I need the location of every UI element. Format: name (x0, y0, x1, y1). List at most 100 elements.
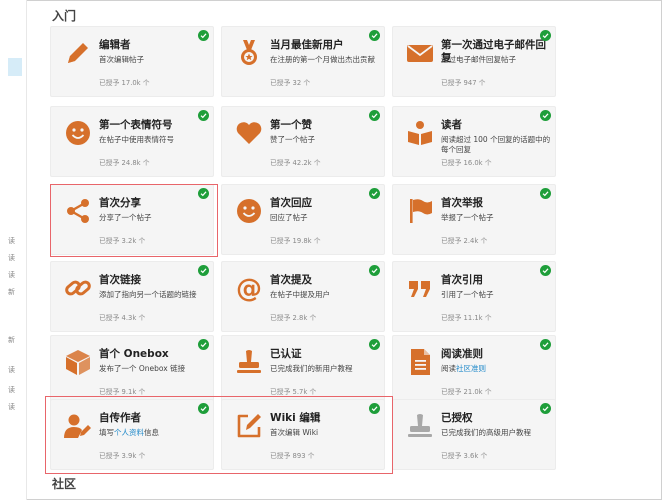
badge-granted-count: 已授予 11.1k 个 (441, 314, 492, 322)
badge-name[interactable]: 已认证 (270, 348, 382, 361)
sidebar-char[interactable]: 读 (8, 236, 15, 246)
check-icon (540, 188, 551, 199)
badge-granted-count: 已授予 21.0k 个 (441, 388, 492, 396)
badge-granted-count: 已授予 5.7k 个 (270, 388, 317, 396)
sidebar-char[interactable]: 读 (8, 365, 15, 375)
smile-icon (63, 118, 93, 148)
sidebar-char[interactable]: 读 (8, 253, 15, 263)
badge-granted-count: 已授予 947 个 (441, 79, 486, 87)
check-icon (540, 403, 551, 414)
badge-description: 举报了一个帖子 (441, 213, 494, 222)
badge-card[interactable]: 首次回应回应了帖子已授予 19.8k 个 (221, 184, 385, 255)
badge-description: 引用了一个帖子 (441, 290, 494, 299)
document-icon (405, 347, 435, 377)
stamp-icon (234, 347, 264, 377)
check-icon (369, 265, 380, 276)
badge-name[interactable]: 首个 Onebox (99, 348, 211, 361)
flag-icon (405, 196, 435, 226)
badge-description: 通过电子邮件回复帖子 (441, 55, 516, 64)
sidebar-char[interactable]: 新 (8, 335, 15, 345)
check-icon (540, 339, 551, 350)
badge-name[interactable]: 首次链接 (99, 274, 211, 287)
badge-description: 在帖子中提及用户 (270, 290, 330, 299)
at-icon: @ (234, 273, 264, 304)
badge-card[interactable]: 首次链接 添加了指向另一个话题的链接 已授予 4.3k 个 (50, 261, 214, 332)
sidebar-char[interactable]: 读 (8, 270, 15, 280)
cube-icon (63, 347, 93, 377)
badge-granted-count: 已授予 32 个 (270, 79, 311, 87)
badge-card[interactable]: 首次引用引用了一个帖子 已授予 11.1k 个 (392, 261, 556, 332)
badge-description: 在帖子中使用表情符号 (99, 135, 174, 144)
badge-description-link[interactable]: 社区准则 (456, 364, 486, 373)
badge-description-text: 阅读 (441, 364, 456, 373)
badge-description: 在注册的第一个月做出杰出贡献 (270, 55, 375, 64)
check-icon (369, 30, 380, 41)
badge-granted-count: 已授予 2.4k 个 (441, 237, 488, 245)
badge-name[interactable]: 第一个赞 (270, 119, 382, 132)
highlight-box (50, 184, 218, 257)
envelope-icon (405, 38, 435, 68)
badge-card[interactable]: 已授权 已完成我们的高级用户教程 已授予 3.6k 个 (392, 399, 556, 470)
check-icon (369, 339, 380, 350)
badge-name[interactable]: 阅读准则 (441, 348, 553, 361)
check-icon (540, 265, 551, 276)
badge-granted-count: 已授予 17.0k 个 (99, 79, 150, 87)
check-icon (198, 339, 209, 350)
badge-card[interactable]: 第一次通过电子邮件回复 通过电子邮件回复帖子 已授予 947 个 (392, 26, 556, 97)
badge-granted-count: 已授予 24.8k 个 (99, 159, 150, 167)
check-icon (198, 265, 209, 276)
badge-granted-count: 已授予 42.2k 个 (270, 159, 321, 167)
sidebar-active-item[interactable] (8, 58, 22, 76)
badge-granted-count: 已授予 16.0k 个 (441, 159, 492, 167)
badge-card[interactable]: 编辑者首次编辑帖子 已授予 17.0k 个 (50, 26, 214, 97)
link-icon (63, 273, 93, 303)
badge-card[interactable]: 阅读准则 阅读社区准则 已授予 21.0k 个 (392, 335, 556, 406)
section-title-getting-started: 入门 (52, 9, 77, 23)
badge-card[interactable]: 第一个表情符号在帖子中使用表情符号 已授予 24.8k 个 (50, 106, 214, 177)
stamp-icon (405, 411, 435, 441)
check-icon (198, 110, 209, 121)
badge-card[interactable]: 读者阅读超过 100 个回复的话题中的每个回复已授予 16.0k 个 (392, 106, 556, 177)
badge-name[interactable]: 已授权 (441, 412, 553, 425)
badge-description: 阅读社区准则 (441, 364, 553, 374)
badge-name[interactable]: 编辑者 (99, 39, 211, 52)
badge-name[interactable]: 读者 (441, 119, 553, 132)
badge-card[interactable]: 首次举报举报了一个帖子 已授予 2.4k 个 (392, 184, 556, 255)
sidebar-char[interactable]: 读 (8, 385, 15, 395)
badge-description: 发布了一个 Onebox 链接 (99, 364, 186, 373)
smile-icon (234, 196, 264, 226)
quote-icon (405, 273, 435, 303)
badge-card[interactable]: 当月最佳新用户在注册的第一个月做出杰出贡献 已授予 32 个 (221, 26, 385, 97)
pencil-icon (63, 38, 93, 68)
badge-description: 首次编辑帖子 (99, 55, 144, 64)
check-icon (369, 188, 380, 199)
badge-name[interactable]: 首次举报 (441, 197, 553, 210)
check-icon (369, 110, 380, 121)
badge-card[interactable]: @ 首次提及在帖子中提及用户 已授予 2.8k 个 (221, 261, 385, 332)
badge-description: 赞了一个帖子 (270, 135, 315, 144)
left-sidebar: 读 读 读 新 新 读 读 读 (0, 0, 27, 500)
badge-granted-count: 已授予 3.6k 个 (441, 452, 488, 460)
badge-name[interactable]: 当月最佳新用户 (270, 39, 382, 52)
book-icon (405, 118, 435, 148)
check-icon (540, 110, 551, 121)
badge-card[interactable]: 第一个赞赞了一个帖子 已授予 42.2k 个 (221, 106, 385, 177)
badge-description: 回应了帖子 (270, 213, 308, 222)
badge-granted-count: 已授予 4.3k 个 (99, 314, 146, 322)
badge-name[interactable]: 首次回应 (270, 197, 382, 210)
badge-description: 已完成我们的新用户教程 (270, 364, 353, 373)
sidebar-char[interactable]: 新 (8, 287, 15, 297)
highlight-box (45, 396, 393, 474)
sidebar-char[interactable]: 读 (8, 402, 15, 412)
check-icon (198, 30, 209, 41)
section-title-community: 社区 (52, 477, 77, 491)
heart-icon (234, 118, 264, 148)
badge-name[interactable]: 首次引用 (441, 274, 553, 287)
badge-name[interactable]: 第一个表情符号 (99, 119, 211, 132)
medal-icon (234, 38, 264, 68)
badge-granted-count: 已授予 19.8k 个 (270, 237, 321, 245)
badge-name[interactable]: 首次提及 (270, 274, 382, 287)
badge-description: 阅读超过 100 个回复的话题中的每个回复 (441, 135, 551, 154)
badge-granted-count: 已授予 9.1k 个 (99, 388, 146, 396)
badge-granted-count: 已授予 2.8k 个 (270, 314, 317, 322)
